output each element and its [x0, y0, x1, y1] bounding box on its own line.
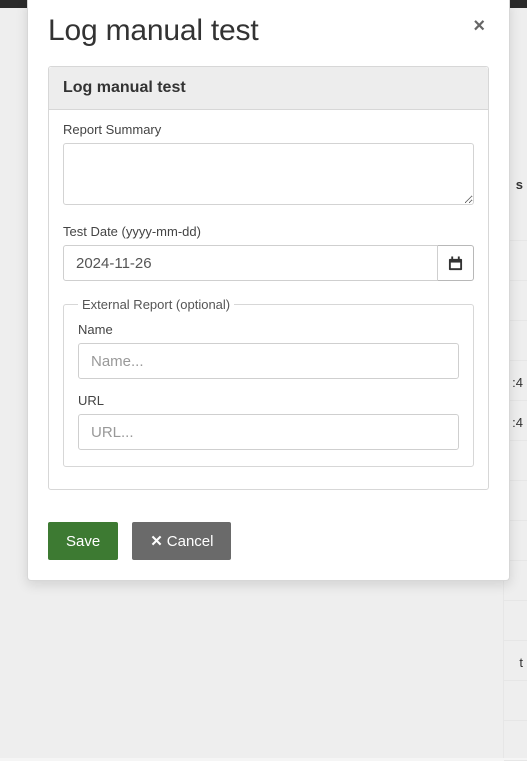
test-date-label: Test Date (yyyy-mm-dd) — [63, 224, 474, 239]
external-report-fieldset: External Report (optional) Name URL — [63, 297, 474, 467]
modal-title: Log manual test — [48, 14, 258, 48]
cancel-x-icon: ✕ — [150, 532, 163, 550]
external-report-legend: External Report (optional) — [78, 297, 234, 312]
close-button[interactable]: × — [469, 14, 489, 38]
name-group: Name — [78, 322, 459, 379]
url-group: URL — [78, 393, 459, 450]
background-header-fragment: s — [516, 177, 523, 192]
modal-footer: Save ✕ Cancel — [28, 490, 509, 560]
background-cell-fragment: t — [519, 655, 523, 670]
background-cell-fragment: :4 — [512, 375, 523, 390]
save-button[interactable]: Save — [48, 522, 118, 560]
modal-header: Log manual test × — [28, 0, 509, 66]
test-date-group: Test Date (yyyy-mm-dd) — [63, 224, 474, 281]
calendar-icon — [448, 256, 463, 271]
name-input[interactable] — [78, 343, 459, 379]
url-label: URL — [78, 393, 459, 408]
modal-body: Log manual test Report Summary Test Date… — [28, 66, 509, 490]
cancel-button-label: Cancel — [167, 533, 214, 550]
name-label: Name — [78, 322, 459, 337]
save-button-label: Save — [66, 533, 100, 550]
url-input[interactable] — [78, 414, 459, 450]
panel-heading: Log manual test — [49, 67, 488, 110]
form-panel: Log manual test Report Summary Test Date… — [48, 66, 489, 490]
close-icon: × — [473, 15, 485, 37]
test-date-input[interactable] — [63, 245, 438, 281]
log-manual-test-modal: Log manual test × Log manual test Report… — [27, 0, 510, 581]
panel-body: Report Summary Test Date (yyyy-mm-dd) — [49, 110, 488, 489]
report-summary-group: Report Summary — [63, 122, 474, 210]
report-summary-label: Report Summary — [63, 122, 474, 137]
background-cell-fragment: :4 — [512, 415, 523, 430]
report-summary-textarea[interactable] — [63, 143, 474, 205]
date-picker-button[interactable] — [438, 245, 474, 281]
cancel-button[interactable]: ✕ Cancel — [132, 522, 231, 560]
